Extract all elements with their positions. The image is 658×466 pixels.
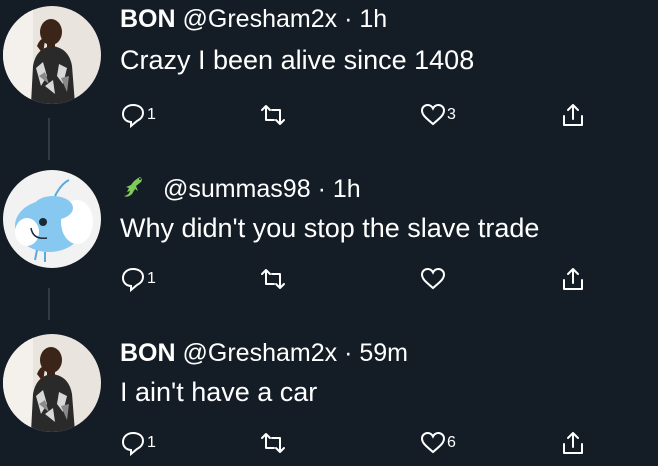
share-icon (560, 266, 586, 292)
reply-count: 1 (147, 270, 156, 287)
share-button[interactable] (560, 264, 586, 294)
tweet-actions: 1 (120, 264, 640, 294)
reply-icon (120, 266, 146, 292)
display-name[interactable]: BON (120, 339, 176, 367)
tweet-actions: 1 3 (120, 100, 640, 130)
reply-button[interactable]: 1 (120, 100, 156, 130)
tweet-header: BON @Gresham2x · 1h (120, 4, 387, 34)
thread-line (48, 118, 50, 160)
lizard-emoji-icon (120, 174, 146, 200)
separator-dot: · (344, 339, 353, 367)
like-count: 3 (447, 106, 456, 123)
user-avatar[interactable] (3, 334, 101, 432)
tweet-2[interactable]: @summas98 · 1h Why didn't you stop the s… (0, 160, 658, 320)
tweet-header: BON @Gresham2x · 59m (120, 338, 408, 368)
share-button[interactable] (560, 100, 586, 130)
separator-dot: · (317, 175, 326, 203)
heart-icon (420, 266, 446, 292)
user-avatar[interactable] (3, 170, 101, 268)
user-handle[interactable]: @Gresham2x (183, 5, 338, 33)
retweet-button[interactable] (260, 428, 286, 458)
reply-icon (120, 102, 146, 128)
tweet-1[interactable]: BON @Gresham2x · 1h Crazy I been alive s… (0, 0, 658, 160)
tweet-text: Crazy I been alive since 1408 (120, 45, 475, 75)
retweet-icon (260, 266, 286, 292)
share-button[interactable] (560, 428, 586, 458)
thread-line (48, 288, 50, 320)
tweet-actions: 1 6 (120, 428, 640, 458)
timestamp[interactable]: 59m (359, 339, 408, 367)
tweet-text: I ain't have a car (120, 377, 318, 407)
tweet-text: Why didn't you stop the slave trade (120, 213, 540, 243)
user-handle[interactable]: @Gresham2x (183, 339, 338, 367)
tweet-3[interactable]: BON @Gresham2x · 59m I ain't have a car … (0, 320, 658, 466)
like-count: 6 (447, 434, 456, 451)
reply-button[interactable]: 1 (120, 428, 156, 458)
reply-count: 1 (147, 106, 156, 123)
like-button[interactable]: 6 (420, 428, 456, 458)
retweet-button[interactable] (260, 264, 286, 294)
share-icon (560, 102, 586, 128)
separator-dot: · (344, 5, 353, 33)
like-button[interactable]: 3 (420, 100, 456, 130)
user-avatar[interactable] (3, 6, 101, 104)
reply-icon (120, 430, 146, 456)
display-name[interactable]: BON (120, 5, 176, 33)
tweet-header: @summas98 · 1h (120, 174, 361, 204)
retweet-icon (260, 102, 286, 128)
like-button[interactable] (420, 264, 446, 294)
timestamp[interactable]: 1h (333, 175, 361, 203)
user-handle[interactable]: @summas98 (163, 175, 311, 203)
timestamp[interactable]: 1h (359, 5, 387, 33)
retweet-button[interactable] (260, 100, 286, 130)
retweet-icon (260, 430, 286, 456)
reply-button[interactable]: 1 (120, 264, 156, 294)
heart-icon (420, 430, 446, 456)
share-icon (560, 430, 586, 456)
reply-count: 1 (147, 434, 156, 451)
heart-icon (420, 102, 446, 128)
